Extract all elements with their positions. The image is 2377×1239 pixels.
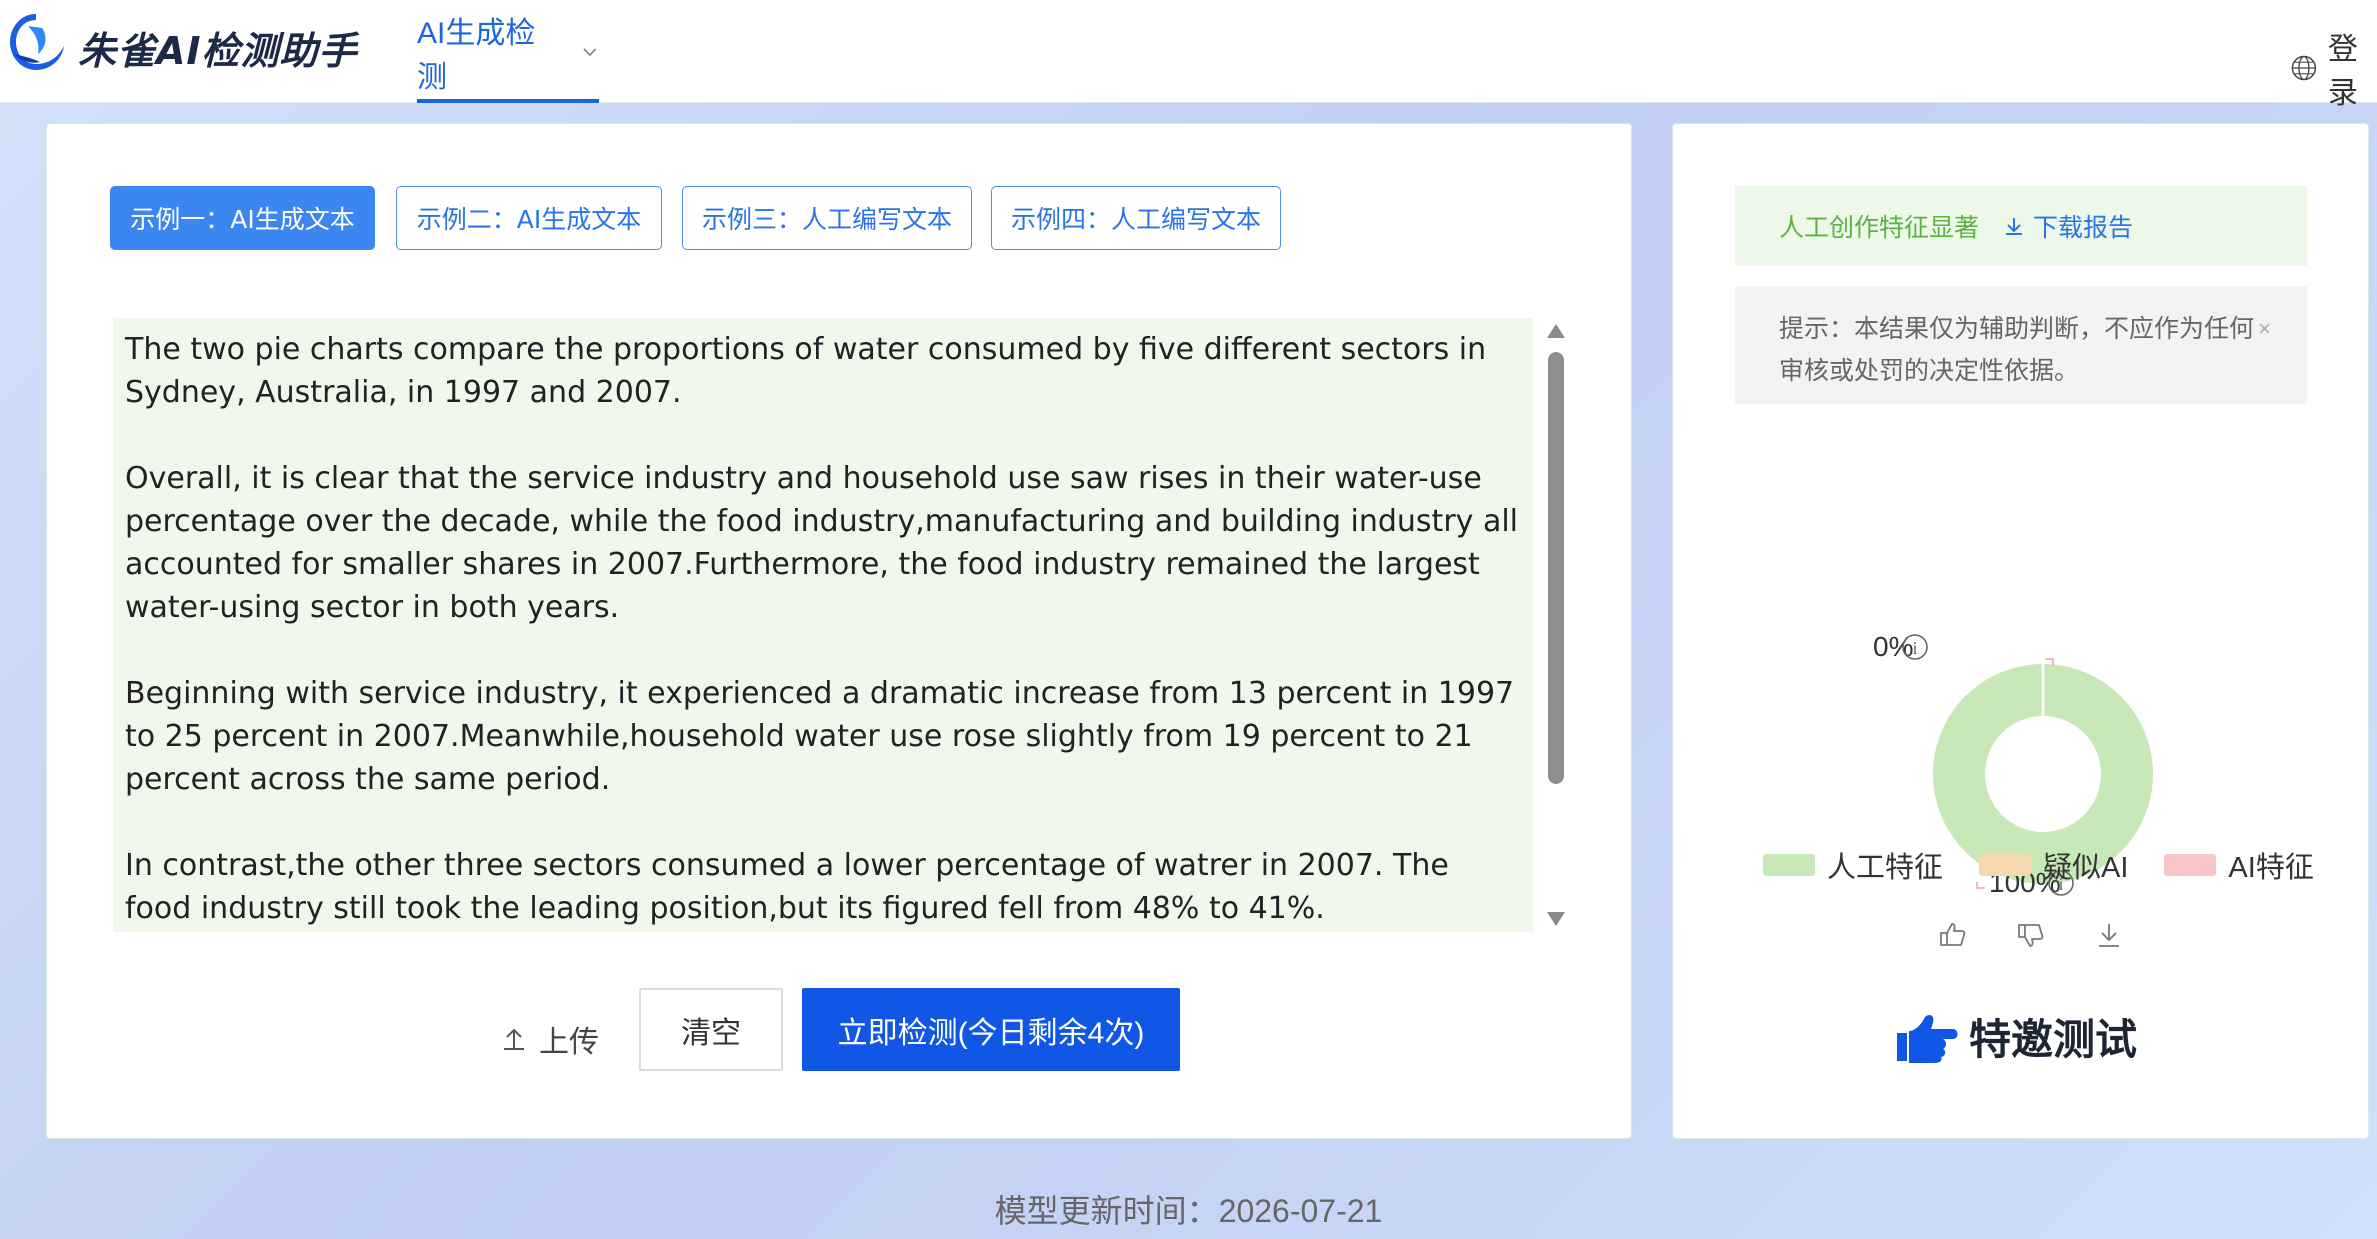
feedback-toolbar (1938, 920, 2124, 950)
tab-label: AI生成检测 (417, 16, 536, 94)
legend-item-suspected-ai[interactable]: 疑似AI (1979, 844, 2128, 886)
globe-icon[interactable] (2290, 51, 2318, 85)
download-report-label: 下载报告 (2033, 214, 2134, 242)
chart-legend: 人工特征 疑似AI AI特征 (1763, 844, 2350, 886)
text-paragraph: Overall, it is clear that the service in… (125, 461, 1518, 625)
scroll-up-arrow-icon[interactable] (1547, 324, 1565, 338)
tab-active-indicator (417, 99, 599, 103)
text-input-area[interactable]: The two pie charts compare the proportio… (113, 318, 1533, 932)
text-scrollbar[interactable] (1543, 318, 1567, 932)
example-button-1[interactable]: 示例一：AI生成文本 (110, 186, 375, 250)
legend-label: 疑似AI (2043, 852, 2129, 884)
top-header: 朱雀AI检测助手 AI生成检测 登录 (0, 0, 2377, 110)
text-paragraph: In contrast,the other three sectors cons… (125, 848, 1449, 926)
upload-button[interactable]: 上传 (501, 1009, 599, 1069)
result-verdict: 人工创作特征显著 (1779, 214, 1980, 242)
chevron-down-icon (583, 47, 597, 56)
result-panel: 人工创作特征显著 下载报告 提示：本结果仅为辅助判断，不应作为任何审核或处罚的决… (1672, 123, 2369, 1139)
download-icon (2006, 218, 2023, 235)
legend-item-human[interactable]: 人工特征 (1763, 844, 1943, 886)
clear-button[interactable]: 清空 (639, 988, 783, 1071)
tab-ai-detection[interactable]: AI生成检测 (417, 0, 599, 103)
legend-label: 人工特征 (1827, 852, 1944, 884)
app-title: 朱雀AI检测助手 (78, 29, 358, 73)
svg-text:i: i (1912, 638, 1917, 658)
disclaimer-text: 提示：本结果仅为辅助判断，不应作为任何审核或处罚的决定性依据。 (1779, 315, 2255, 385)
input-panel: 示例一：AI生成文本 示例二：AI生成文本 示例三：人工编写文本 示例四：人工编… (46, 123, 1632, 1139)
login-area[interactable]: 登录 (2290, 24, 2377, 112)
example-button-3[interactable]: 示例三：人工编写文本 (682, 186, 972, 250)
result-banner: 人工创作特征显著 下载报告 (1735, 186, 2307, 266)
upload-label: 上传 (539, 1026, 599, 1059)
scroll-down-arrow-icon[interactable] (1547, 912, 1565, 926)
legend-swatch (2164, 854, 2217, 876)
text-paragraph: The two pie charts compare the proportio… (125, 332, 1487, 410)
login-link[interactable]: 登录 (2328, 24, 2377, 112)
legend-swatch (1763, 854, 1815, 876)
zhuque-logo-icon[interactable] (6, 10, 66, 74)
invite-test-button[interactable]: 特邀测试 (1893, 1006, 2137, 1067)
upload-icon (504, 1028, 524, 1050)
model-update-time: 模型更新时间：2026-07-21 (994, 1193, 1383, 1229)
detect-now-button[interactable]: 立即检测(今日剩余4次) (802, 988, 1180, 1071)
legend-label: AI特征 (2228, 852, 2314, 884)
invite-label: 特邀测试 (1969, 1015, 2138, 1064)
thumbs-down-icon[interactable] (2016, 920, 2046, 950)
thumbs-up-icon[interactable] (1938, 920, 1968, 950)
disclaimer-notice: 提示：本结果仅为辅助判断，不应作为任何审核或处罚的决定性依据。 × (1735, 286, 2307, 404)
download-icon[interactable] (2094, 920, 2124, 950)
example-button-4[interactable]: 示例四：人工编写文本 (991, 186, 1281, 250)
legend-swatch (1979, 854, 2032, 876)
pointing-hand-icon (1897, 1014, 1958, 1063)
example-button-2[interactable]: 示例二：AI生成文本 (396, 186, 662, 250)
ai-percent-label: 0% (1873, 631, 1913, 662)
scrollbar-thumb[interactable] (1548, 352, 1564, 784)
text-paragraph: Beginning with service industry, it expe… (125, 676, 1515, 797)
download-report-link[interactable]: 下载报告 (2003, 208, 2133, 244)
close-icon[interactable]: × (2258, 308, 2271, 350)
legend-item-ai[interactable]: AI特征 (2164, 844, 2314, 886)
